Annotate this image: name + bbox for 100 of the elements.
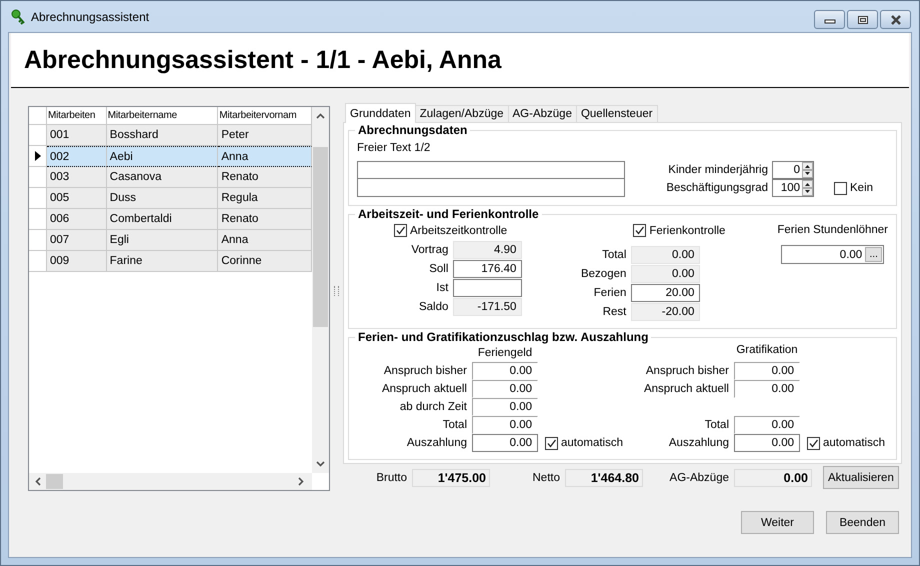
table-cell: Aebi [106, 146, 218, 167]
refresh-button[interactable]: Aktualisieren [823, 466, 899, 489]
close-button[interactable] [880, 10, 911, 29]
tab[interactable]: Zulagen/Abzüge [414, 105, 509, 122]
total-field: 1'464.80 [565, 468, 643, 486]
total-label: AG-Abzüge [668, 472, 729, 484]
employee-row[interactable]: 003 Casanova Renato [29, 167, 312, 188]
row-header-cell[interactable] [29, 251, 47, 272]
spinner-field[interactable]: 0 [772, 161, 814, 179]
field-label: Auszahlung [406, 437, 467, 449]
key-icon [11, 8, 25, 24]
field-label: Ferien [592, 287, 626, 299]
number-field[interactable]: 0.00 [472, 434, 538, 452]
row-header-cell[interactable] [29, 167, 47, 188]
scroll-thumb[interactable] [46, 474, 63, 489]
spinner-field[interactable]: 100 [772, 179, 814, 197]
total-label: Brutto [375, 472, 407, 484]
number-field: 0.00 [472, 398, 538, 416]
table-cell: Egli [106, 230, 218, 251]
checkbox[interactable]: Ferienkontrolle [633, 224, 726, 237]
number-field[interactable]: 20.00 [631, 284, 700, 302]
checkbox[interactable]: automatisch [545, 436, 624, 450]
field-label: Rest [602, 306, 626, 318]
table-cell: 002 [47, 146, 107, 167]
field-label: ab durch Zeit [398, 401, 467, 413]
dialog-button[interactable]: Beenden [826, 511, 899, 534]
maximize-icon [856, 14, 868, 24]
field-label: Vortrag [411, 244, 448, 256]
table-cell: Renato [218, 209, 312, 230]
row-pointer-icon [34, 151, 40, 161]
input-field[interactable] [357, 161, 625, 179]
table-cell: Combertaldi [106, 209, 218, 230]
spin-arrows-icon [802, 180, 813, 196]
table-cell: 001 [47, 125, 107, 146]
group-title: Arbeitszeit- und Ferienkontrolle [357, 207, 540, 221]
table-cell: 005 [47, 188, 107, 209]
table-cell: Casanova [106, 167, 218, 188]
field-label: Kinder minderjährig [667, 164, 768, 176]
employee-row[interactable]: 009 Farine Corinne [29, 251, 312, 272]
total-field: 1'475.00 [412, 468, 490, 486]
maximize-button[interactable] [847, 10, 878, 29]
total-field: 0.00 [734, 468, 812, 486]
number-field[interactable]: 176.40 [453, 260, 522, 278]
group-title: Ferien- und Gratifikationzuschlag bzw. Auszahlung [357, 330, 650, 344]
employee-row[interactable]: 001 Bosshard Peter [29, 125, 312, 146]
page-title: Abrechnungsassistent - 1/1 - Aebi, Anna [24, 46, 502, 74]
tab[interactable]: AG-Abzüge [508, 105, 577, 122]
vertical-scrollbar[interactable] [312, 107, 329, 473]
number-field: 0.00 [472, 362, 538, 380]
scroll-up-icon [316, 113, 325, 119]
input-field[interactable] [357, 179, 625, 197]
minimize-button[interactable] [814, 10, 845, 29]
employee-row[interactable]: 005 Duss Regula [29, 188, 312, 209]
tab[interactable]: Quellensteuer [576, 105, 658, 122]
number-field[interactable] [453, 279, 522, 297]
table-cell: Anna [218, 146, 312, 167]
total-label: Netto [532, 472, 560, 484]
check-icon [395, 225, 406, 236]
column-header[interactable]: Mitarbeiten [47, 107, 107, 125]
employee-row[interactable]: 002 Aebi Anna [29, 146, 312, 167]
number-field: 0.00 [631, 265, 700, 283]
field-label: Ferien Stundenlöhner [777, 224, 888, 238]
dialog-button[interactable]: Weiter [741, 511, 814, 534]
field-label: Total [704, 419, 729, 431]
number-field[interactable]: 0.00 [734, 434, 800, 452]
row-header-cell[interactable] [29, 146, 47, 167]
checkbox[interactable]: Kein [834, 182, 874, 194]
row-header-cell[interactable] [29, 188, 47, 209]
row-header-cell[interactable] [29, 125, 47, 146]
table-cell: Renato [218, 167, 312, 188]
number-field[interactable]: 0.00 ... [781, 245, 884, 264]
browse-button[interactable]: ... [865, 247, 882, 262]
group-title: Abrechnungsdaten [357, 123, 468, 137]
column-heading: Gratifikation [735, 344, 799, 356]
row-header-cell[interactable] [29, 209, 47, 230]
employee-row[interactable]: 007 Egli Anna [29, 230, 312, 251]
table-cell: Regula [218, 188, 312, 209]
horizontal-scrollbar[interactable] [29, 473, 312, 490]
column-header[interactable]: Mitarbeitername [106, 107, 218, 125]
scroll-thumb[interactable] [313, 147, 328, 327]
window-title: Abrechnungsassistent [31, 10, 150, 24]
number-field: -171.50 [453, 298, 522, 316]
field-label: Anspruch aktuell [380, 383, 467, 395]
number-field: 0.00 [734, 380, 800, 398]
column-header[interactable]: Mitarbeitervornam [218, 107, 312, 125]
row-header-cell[interactable] [29, 230, 47, 251]
employee-row[interactable]: 006 Combertaldi Renato [29, 209, 312, 230]
number-field: 0.00 [734, 362, 800, 380]
number-field: 0.00 [472, 416, 538, 434]
field-label: Soll [428, 263, 448, 275]
table-cell: 003 [47, 167, 107, 188]
table-cell: Corinne [218, 251, 312, 272]
checkbox[interactable]: automatisch [807, 436, 886, 450]
splitter-handle[interactable] [334, 286, 339, 296]
checkbox[interactable]: Arbeitszeitkontrolle [394, 224, 508, 237]
tab[interactable]: Grunddaten [345, 103, 416, 123]
table-cell: Anna [218, 230, 312, 251]
table-cell: 009 [47, 251, 107, 272]
field-label: Freier Text 1/2 [357, 142, 432, 156]
field-label: Anspruch bisher [644, 365, 729, 377]
